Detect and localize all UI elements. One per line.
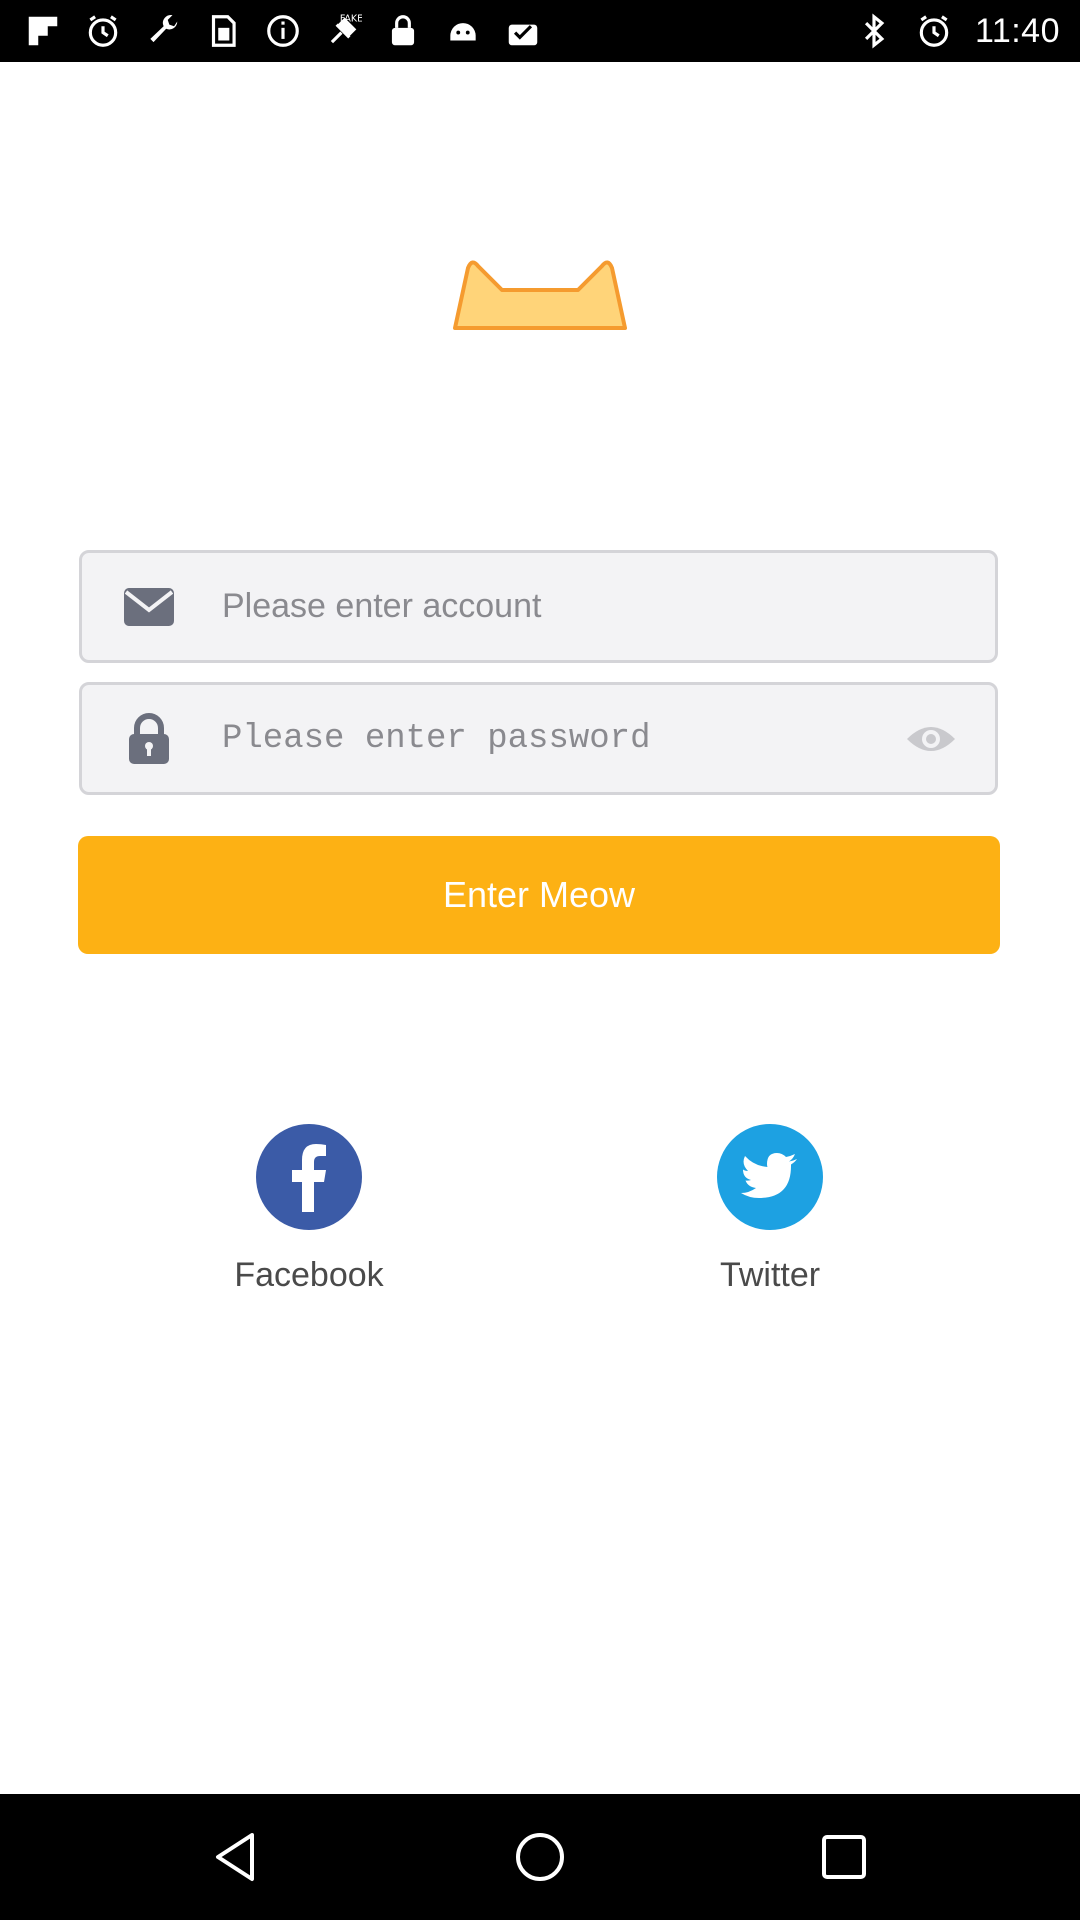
facebook-label: Facebook bbox=[234, 1256, 384, 1294]
status-system: 11:40 bbox=[855, 0, 1060, 62]
status-time: 11:40 bbox=[974, 11, 1060, 50]
login-screen: FAKE 11:40 Please enter account Enter Me… bbox=[0, 0, 1080, 1920]
recents-icon[interactable] bbox=[784, 1794, 904, 1920]
account-field[interactable] bbox=[79, 550, 998, 663]
fake-gps-icon: FAKE bbox=[324, 12, 362, 50]
twitter-label: Twitter bbox=[719, 1256, 821, 1294]
lock-icon bbox=[384, 12, 422, 50]
cat-ears-logo bbox=[452, 250, 628, 330]
enter-meow-button[interactable]: Enter Meow bbox=[78, 836, 1000, 954]
navigation-bar bbox=[0, 1794, 1080, 1920]
svg-text:FAKE: FAKE bbox=[340, 14, 362, 25]
alarm-icon bbox=[915, 12, 953, 50]
wrench-icon bbox=[144, 12, 182, 50]
facebook-icon[interactable] bbox=[256, 1124, 362, 1230]
eye-icon[interactable] bbox=[905, 721, 957, 757]
bluetooth-icon bbox=[855, 12, 893, 50]
account-input[interactable] bbox=[222, 553, 912, 660]
clipboard-check-icon bbox=[504, 12, 542, 50]
password-input[interactable] bbox=[222, 685, 882, 792]
facebook-login[interactable]: Facebook bbox=[209, 1124, 409, 1295]
home-icon[interactable] bbox=[480, 1794, 600, 1920]
password-field[interactable] bbox=[79, 682, 998, 795]
twitter-icon[interactable] bbox=[717, 1124, 823, 1230]
back-icon[interactable] bbox=[176, 1794, 296, 1920]
android-icon bbox=[444, 12, 482, 50]
status-bar: FAKE 11:40 bbox=[0, 0, 1080, 62]
status-notifications: FAKE bbox=[24, 0, 542, 62]
alarm-clock-icon bbox=[84, 12, 122, 50]
flipboard-icon bbox=[24, 12, 62, 50]
sim-card-icon bbox=[204, 12, 242, 50]
padlock-icon bbox=[120, 710, 178, 768]
info-icon bbox=[264, 12, 302, 50]
twitter-login[interactable]: Twitter bbox=[670, 1124, 870, 1295]
envelope-icon bbox=[120, 578, 178, 636]
